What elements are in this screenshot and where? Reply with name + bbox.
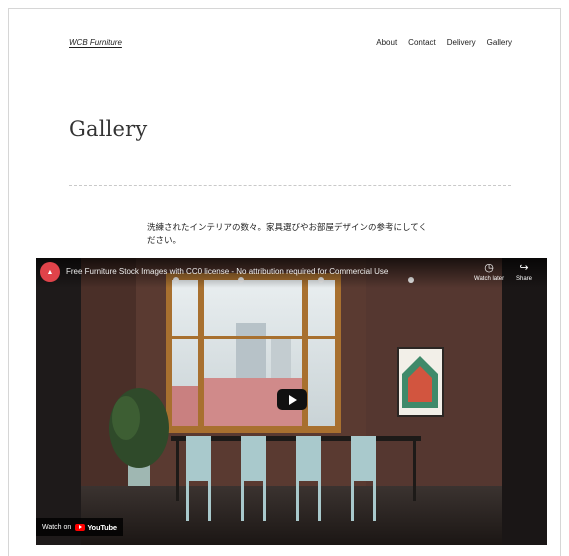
clock-icon: ◷: [484, 262, 494, 274]
nav-about[interactable]: About: [376, 38, 397, 47]
video-title[interactable]: Free Furniture Stock Images with CC0 lic…: [66, 267, 388, 276]
youtube-play-icon: [75, 523, 86, 531]
watch-on-label: Watch on: [42, 523, 72, 531]
watch-later-button[interactable]: ◷ Watch later: [474, 262, 504, 282]
share-icon: ↪: [519, 262, 529, 274]
youtube-logo: YouTube: [75, 523, 117, 532]
nav-contact[interactable]: Contact: [408, 38, 436, 47]
intro-text: 洗練されたインテリアの数々。家具選びやお部屋デザインの参考にしてください。: [147, 222, 427, 245]
nav-delivery[interactable]: Delivery: [447, 38, 476, 47]
nav-gallery[interactable]: Gallery: [487, 38, 512, 47]
watch-on-youtube-button[interactable]: Watch on YouTube: [36, 518, 123, 536]
channel-logo-icon[interactable]: ▲: [40, 262, 60, 282]
share-button[interactable]: ↪ Share: [516, 262, 532, 282]
watch-later-label: Watch later: [474, 276, 505, 282]
site-title-link[interactable]: WCB Furniture: [69, 38, 122, 47]
play-button[interactable]: [277, 389, 307, 410]
youtube-label: YouTube: [87, 522, 117, 532]
share-label: Share: [516, 276, 533, 282]
youtube-embed[interactable]: ▲ Free Furniture Stock Images with CC0 l…: [36, 258, 547, 545]
main-nav: About Contact Delivery Gallery: [376, 38, 512, 47]
play-icon: [289, 394, 297, 405]
separator: [69, 185, 511, 186]
page-title: Gallery: [69, 117, 148, 141]
